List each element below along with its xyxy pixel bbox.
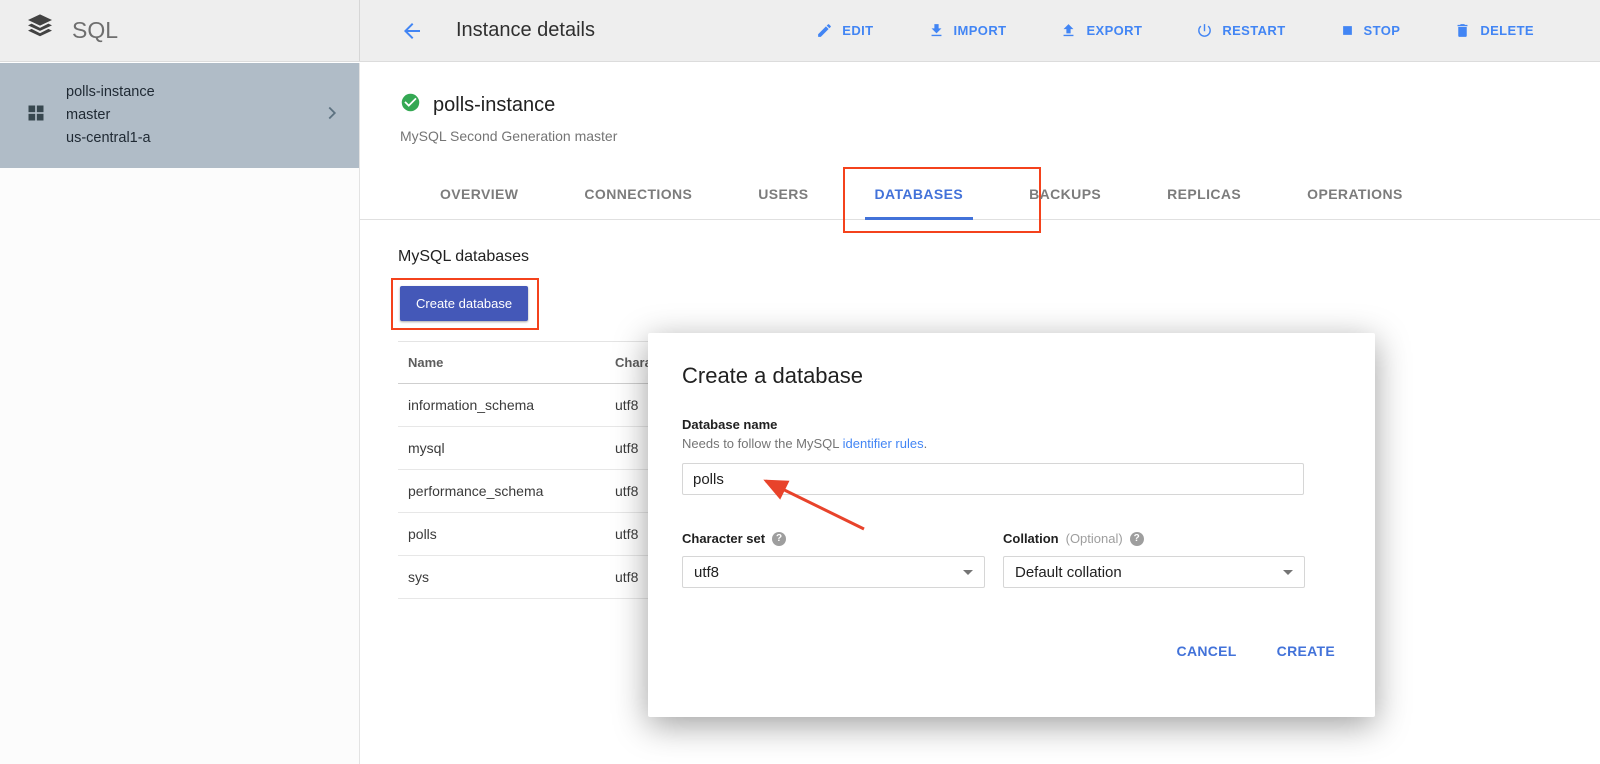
- import-button[interactable]: IMPORT: [928, 22, 1007, 39]
- sidebar-instance-text: polls-instance master us-central1-a: [66, 81, 155, 150]
- column-header-name: Name: [398, 342, 605, 384]
- collation-label: Collation: [1003, 531, 1059, 546]
- create-button[interactable]: CREATE: [1277, 643, 1335, 659]
- instance-header: polls-instance MySQL Second Generation m…: [360, 62, 1600, 144]
- export-icon: [1060, 22, 1077, 39]
- tab-bar: OVERVIEW CONNECTIONS USERS DATABASES BAC…: [360, 168, 1600, 220]
- character-set-field: Character set utf8: [682, 531, 985, 588]
- page-title: Instance details: [456, 19, 595, 42]
- collation-value: Default collation: [1015, 564, 1122, 581]
- instance-subtitle: MySQL Second Generation master: [400, 128, 1600, 144]
- tab-overview[interactable]: OVERVIEW: [430, 168, 528, 219]
- restart-label: RESTART: [1222, 23, 1285, 38]
- tab-operations[interactable]: OPERATIONS: [1297, 168, 1413, 219]
- db-name: information_schema: [398, 384, 605, 427]
- help-icon[interactable]: [772, 532, 786, 546]
- top-bar: SQL Instance details EDIT IMPORT: [0, 0, 1600, 62]
- database-name-help: Needs to follow the MySQL identifier rul…: [682, 436, 1337, 451]
- tab-databases-label: DATABASES: [875, 186, 964, 202]
- create-database-dialog: Create a database Database name Needs to…: [648, 333, 1375, 717]
- instance-name: polls-instance: [433, 94, 555, 117]
- stop-icon: [1340, 23, 1355, 38]
- delete-icon: [1454, 22, 1471, 39]
- chevron-down-icon: [1283, 570, 1293, 575]
- db-name: sys: [398, 556, 605, 599]
- sidebar: polls-instance master us-central1-a: [0, 63, 360, 764]
- restart-button[interactable]: RESTART: [1196, 22, 1285, 39]
- edit-label: EDIT: [842, 23, 873, 38]
- toolbar-actions: EDIT IMPORT EXPORT RESTART: [816, 22, 1534, 39]
- help-text-suffix: .: [924, 436, 928, 451]
- check-circle-icon: [400, 92, 421, 118]
- grid-icon: [26, 103, 46, 128]
- chevron-right-icon: [321, 102, 343, 129]
- dialog-buttons: CANCEL CREATE: [1177, 643, 1335, 659]
- help-icon[interactable]: [1130, 532, 1144, 546]
- tab-replicas[interactable]: REPLICAS: [1157, 168, 1251, 219]
- collation-select[interactable]: Default collation: [1003, 556, 1305, 588]
- identifier-rules-link[interactable]: identifier rules: [843, 436, 924, 451]
- tab-databases[interactable]: DATABASES: [865, 168, 974, 219]
- stop-button[interactable]: STOP: [1340, 22, 1401, 39]
- import-icon: [928, 22, 945, 39]
- db-name: polls: [398, 513, 605, 556]
- back-arrow-icon[interactable]: [400, 18, 426, 44]
- tab-connections[interactable]: CONNECTIONS: [574, 168, 702, 219]
- edit-icon: [816, 22, 833, 39]
- dialog-field-row: Character set utf8 Collation (Optional) …: [682, 531, 1337, 588]
- section-title: MySQL databases: [398, 248, 1600, 266]
- db-name: performance_schema: [398, 470, 605, 513]
- character-set-select[interactable]: utf8: [682, 556, 985, 588]
- tab-backups[interactable]: BACKUPS: [1019, 168, 1111, 219]
- sidebar-instance-role: master: [66, 104, 155, 127]
- edit-button[interactable]: EDIT: [816, 22, 873, 39]
- stop-label: STOP: [1364, 23, 1401, 38]
- brand: SQL: [0, 0, 360, 61]
- chevron-down-icon: [963, 570, 973, 575]
- toolbar: Instance details EDIT IMPORT EXPORT: [360, 0, 1600, 61]
- database-name-label: Database name: [682, 417, 1337, 432]
- cancel-button[interactable]: CANCEL: [1177, 643, 1237, 659]
- delete-label: DELETE: [1480, 23, 1534, 38]
- collation-field: Collation (Optional) Default collation: [1003, 531, 1305, 588]
- sidebar-instance-name: polls-instance: [66, 81, 155, 104]
- cloud-sql-logo-icon: [24, 12, 56, 49]
- restart-icon: [1196, 22, 1213, 39]
- export-label: EXPORT: [1086, 23, 1142, 38]
- help-text-prefix: Needs to follow the MySQL: [682, 436, 843, 451]
- tab-users[interactable]: USERS: [748, 168, 818, 219]
- collation-optional-label: (Optional): [1066, 531, 1123, 546]
- export-button[interactable]: EXPORT: [1060, 22, 1142, 39]
- page: { "app": { "logo_label": "SQL" }, "sideb…: [0, 0, 1600, 764]
- create-database-button[interactable]: Create database: [400, 286, 528, 321]
- delete-button[interactable]: DELETE: [1454, 22, 1534, 39]
- database-name-input[interactable]: [682, 463, 1304, 495]
- sidebar-item-polls-instance[interactable]: polls-instance master us-central1-a: [0, 63, 359, 168]
- character-set-value: utf8: [694, 564, 719, 581]
- sidebar-instance-zone: us-central1-a: [66, 127, 155, 150]
- dialog-title: Create a database: [682, 363, 1337, 389]
- character-set-label: Character set: [682, 531, 765, 546]
- import-label: IMPORT: [954, 23, 1007, 38]
- db-name: mysql: [398, 427, 605, 470]
- app-title: SQL: [72, 17, 118, 44]
